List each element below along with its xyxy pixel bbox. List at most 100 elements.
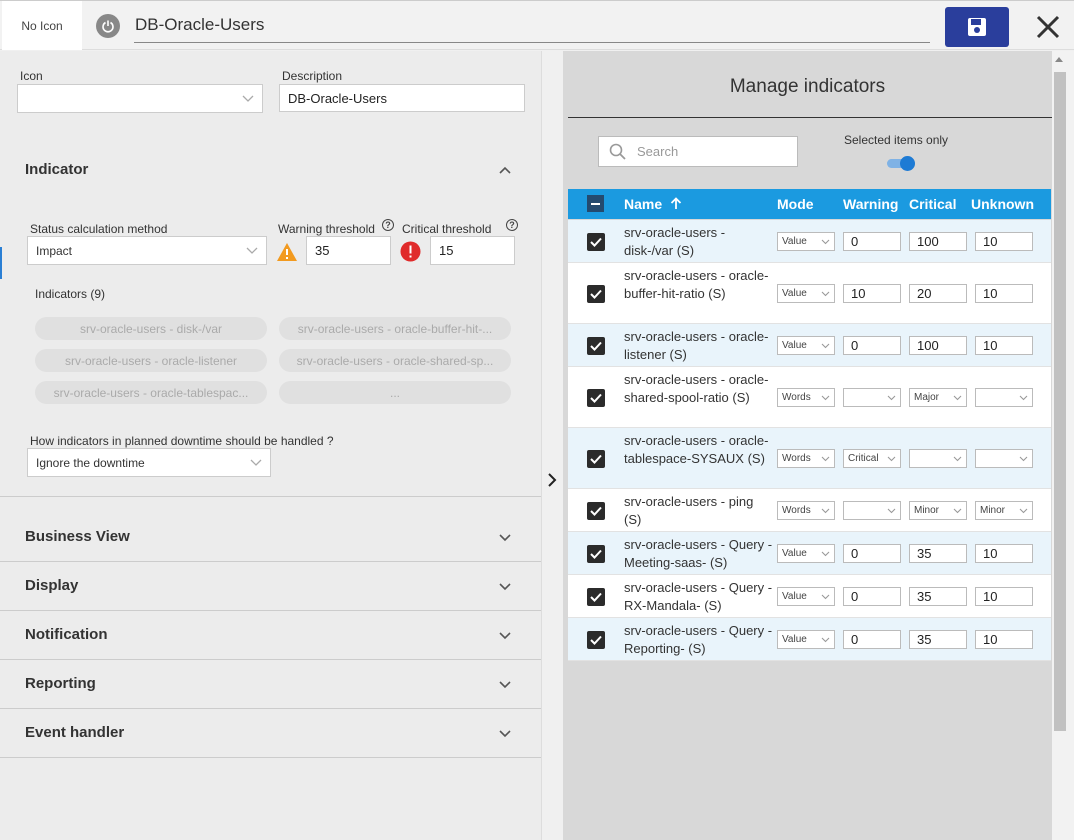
unknown-input[interactable]: 10 [975, 336, 1033, 355]
warning-select[interactable]: Critical [843, 449, 901, 468]
scroll-up-arrow[interactable] [1055, 57, 1063, 62]
warning-input[interactable]: 0 [843, 336, 901, 355]
table-row[interactable]: srv-oracle-users - Query -Reporting- (S)… [568, 618, 1051, 661]
power-icon[interactable] [96, 14, 120, 38]
unknown-input[interactable]: 10 [975, 284, 1033, 303]
section-reporting[interactable]: Reporting [25, 675, 96, 692]
mode-select[interactable]: Words [777, 449, 835, 468]
section-business-view[interactable]: Business View [25, 528, 130, 545]
mode-select[interactable]: Value [777, 232, 835, 251]
table-row[interactable]: srv-oracle-users - Query -Meeting-saas- … [568, 532, 1051, 575]
mode-select[interactable]: Value [777, 587, 835, 606]
divider [0, 610, 541, 611]
critical-select[interactable]: Major [909, 388, 967, 407]
warning-value: Critical [848, 453, 879, 464]
unknown-input[interactable]: 10 [975, 630, 1033, 649]
warning-input[interactable]: 0 [843, 544, 901, 563]
panel-toggle-button[interactable] [544, 470, 560, 490]
indicator-chip[interactable]: srv-oracle-users - oracle-listener [35, 349, 267, 372]
unknown-select[interactable] [975, 449, 1033, 468]
search-input[interactable]: Search [598, 136, 798, 167]
warning-input[interactable]: 0 [843, 630, 901, 649]
help-icon[interactable]: ? [506, 219, 518, 231]
row-checkbox[interactable] [587, 285, 605, 303]
table-row[interactable]: srv-oracle-users - ping (S) Words Minor Min… [568, 489, 1051, 532]
help-icon[interactable]: ? [382, 219, 394, 231]
column-warning-header[interactable]: Warning [843, 196, 898, 212]
critical-threshold-input[interactable]: 15 [430, 236, 515, 265]
indicator-chip[interactable]: srv-oracle-users - oracle-buffer-hit-... [279, 317, 511, 340]
critical-input[interactable]: 35 [909, 630, 967, 649]
status-method-select[interactable]: Impact [27, 236, 267, 265]
table-row[interactable]: srv-oracle-users - oracle-buffer-hit-rat… [568, 263, 1051, 324]
indicator-section-title[interactable]: Indicator [25, 161, 88, 178]
mode-select[interactable]: Value [777, 284, 835, 303]
critical-input[interactable]: 20 [909, 284, 967, 303]
column-unknown-header[interactable]: Unknown [971, 196, 1034, 212]
select-all-checkbox[interactable] [587, 195, 604, 212]
mode-select[interactable]: Value [777, 544, 835, 563]
unknown-input[interactable]: 10 [975, 232, 1033, 251]
section-display[interactable]: Display [25, 577, 78, 594]
close-button[interactable] [1030, 9, 1066, 45]
row-checkbox[interactable] [587, 588, 605, 606]
warning-select[interactable] [843, 501, 901, 520]
table-row[interactable]: srv-oracle-users - oracle-listener (S) Va… [568, 324, 1051, 367]
warning-input[interactable]: 0 [843, 232, 901, 251]
row-checkbox[interactable] [587, 631, 605, 649]
chevron-down-icon[interactable] [498, 628, 512, 642]
selected-only-toggle[interactable] [887, 156, 915, 171]
indicator-chip[interactable]: srv-oracle-users - oracle-shared-sp... [279, 349, 511, 372]
row-checkbox[interactable] [587, 233, 605, 251]
mode-select[interactable]: Value [777, 336, 835, 355]
warning-input[interactable]: 10 [843, 284, 901, 303]
warning-input[interactable]: 0 [843, 587, 901, 606]
unknown-input[interactable]: 10 [975, 544, 1033, 563]
more-indicators-chip[interactable]: ... [279, 381, 511, 404]
chevron-down-icon[interactable] [498, 530, 512, 544]
chevron-down-icon[interactable] [498, 579, 512, 593]
section-event-handler[interactable]: Event handler [25, 724, 124, 741]
title-input[interactable]: DB-Oracle-Users [134, 11, 930, 43]
table-row[interactable]: srv-oracle-users - oracle-tablespace-SYS… [568, 428, 1051, 489]
chevron-down-icon[interactable] [498, 726, 512, 740]
row-checkbox[interactable] [587, 337, 605, 355]
critical-select[interactable] [909, 449, 967, 468]
active-section-marker [0, 247, 2, 279]
table-row[interactable]: srv-oracle-users - oracle-shared-spool-r… [568, 367, 1051, 428]
warning-select[interactable] [843, 388, 901, 407]
row-checkbox[interactable] [587, 450, 605, 468]
unknown-input[interactable]: 10 [975, 587, 1033, 606]
row-checkbox[interactable] [587, 502, 605, 520]
critical-input[interactable]: 100 [909, 336, 967, 355]
column-critical-header[interactable]: Critical [909, 196, 956, 212]
unknown-select[interactable]: Minor [975, 501, 1033, 520]
critical-input[interactable]: 35 [909, 587, 967, 606]
critical-input[interactable]: 100 [909, 232, 967, 251]
description-input[interactable]: DB-Oracle-Users [279, 84, 525, 112]
icon-select[interactable] [17, 84, 263, 113]
chevron-down-icon[interactable] [498, 677, 512, 691]
critical-select[interactable]: Minor [909, 501, 967, 520]
critical-input[interactable]: 35 [909, 544, 967, 563]
downtime-select[interactable]: Ignore the downtime [27, 448, 271, 477]
chevron-up-icon[interactable] [498, 163, 512, 177]
table-row[interactable]: srv-oracle-users - disk-/var (S) Value 0 10… [568, 220, 1051, 263]
warning-threshold-input[interactable]: 35 [306, 236, 391, 265]
icon-label: Icon [20, 69, 43, 83]
save-button[interactable] [945, 7, 1009, 47]
indicator-chip[interactable]: srv-oracle-users - disk-/var [35, 317, 267, 340]
indicator-chip[interactable]: srv-oracle-users - oracle-tablespac... [35, 381, 267, 404]
column-name-header[interactable]: Name [624, 196, 682, 212]
mode-select[interactable]: Value [777, 630, 835, 649]
row-checkbox[interactable] [587, 389, 605, 407]
scrollbar-thumb[interactable] [1054, 72, 1066, 731]
row-checkbox[interactable] [587, 545, 605, 563]
mode-select[interactable]: Words [777, 388, 835, 407]
no-icon-tab[interactable]: No Icon [2, 1, 82, 50]
column-mode-header[interactable]: Mode [777, 196, 814, 212]
mode-select[interactable]: Words [777, 501, 835, 520]
section-notification[interactable]: Notification [25, 626, 108, 643]
table-row[interactable]: srv-oracle-users - Query -RX-Mandala- (S… [568, 575, 1051, 618]
unknown-select[interactable] [975, 388, 1033, 407]
